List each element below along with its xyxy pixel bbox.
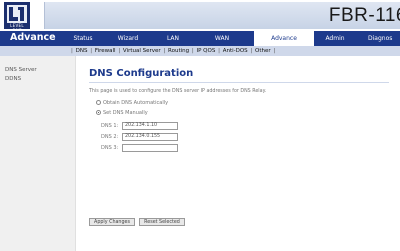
tab-status[interactable]: Status [66,31,100,46]
tab-wan[interactable]: WAN [205,31,239,46]
sidebar: DNS Server DDNS [0,56,76,251]
radio-button-checked-icon[interactable] [96,110,101,115]
subnav-anti-dos[interactable]: Anti-DOS [223,48,248,54]
radio-set-dns-manually-label: Set DNS Manually [103,110,148,116]
subnav-virtual-server[interactable]: Virtual Server [123,48,161,54]
reset-selected-button[interactable]: Reset Selected [139,218,185,226]
tab-lan[interactable]: LAN [156,31,190,46]
logo-mark-icon [7,5,27,23]
dns3-label: DNS 3: [101,145,119,151]
dns1-input[interactable]: 202.134.1.10 [122,122,178,130]
dns2-label: DNS 2: [101,134,119,140]
tab-diagnostic[interactable]: Diagnos [368,31,400,46]
model-banner: FBR-116 [44,2,400,29]
radio-set-dns-manually[interactable]: Set DNS Manually [96,110,148,118]
sidebar-item-ddns[interactable]: DDNS [5,76,21,82]
subnav-firewall[interactable]: Firewall [95,48,116,54]
apply-changes-button[interactable]: Apply Changes [89,218,135,226]
page-description: This page is used to configure the DNS s… [89,89,267,94]
sub-nav-links: | DNS | Firewall | Virtual Server | Rout… [71,48,276,54]
tab-advance[interactable]: Advance [254,31,314,46]
dns1-label: DNS 1: [101,123,119,129]
nav-section-title: Advance [10,32,56,43]
main-nav: Advance Status Wizard LAN WAN Advance Ad… [0,31,400,46]
title-divider [89,82,389,83]
tab-wizard[interactable]: Wizard [111,31,145,46]
subnav-routing[interactable]: Routing [168,48,189,54]
model-name: FBR-116 [328,5,400,26]
sub-nav: | DNS | Firewall | Virtual Server | Rout… [0,46,400,56]
subnav-ip-qos[interactable]: IP QOS [197,48,216,54]
dns2-input[interactable]: 202.134.0.155 [122,133,178,141]
radio-obtain-dns-auto-label: Obtain DNS Automatically [103,100,169,106]
subnav-dns[interactable]: DNS [76,48,88,54]
page-title: DNS Configuration [89,68,194,79]
subnav-other[interactable]: Other [255,48,271,54]
dns3-input[interactable] [122,144,178,152]
header: LEVEL ONE FBR-116 [0,0,400,33]
main-content: DNS Configuration This page is used to c… [76,56,400,251]
sidebar-item-dns-server[interactable]: DNS Server [5,67,37,73]
radio-obtain-dns-auto[interactable]: Obtain DNS Automatically [96,100,168,108]
tab-admin[interactable]: Admin [318,31,352,46]
levelone-logo: LEVEL ONE [4,2,30,33]
radio-button-icon[interactable] [96,100,101,105]
